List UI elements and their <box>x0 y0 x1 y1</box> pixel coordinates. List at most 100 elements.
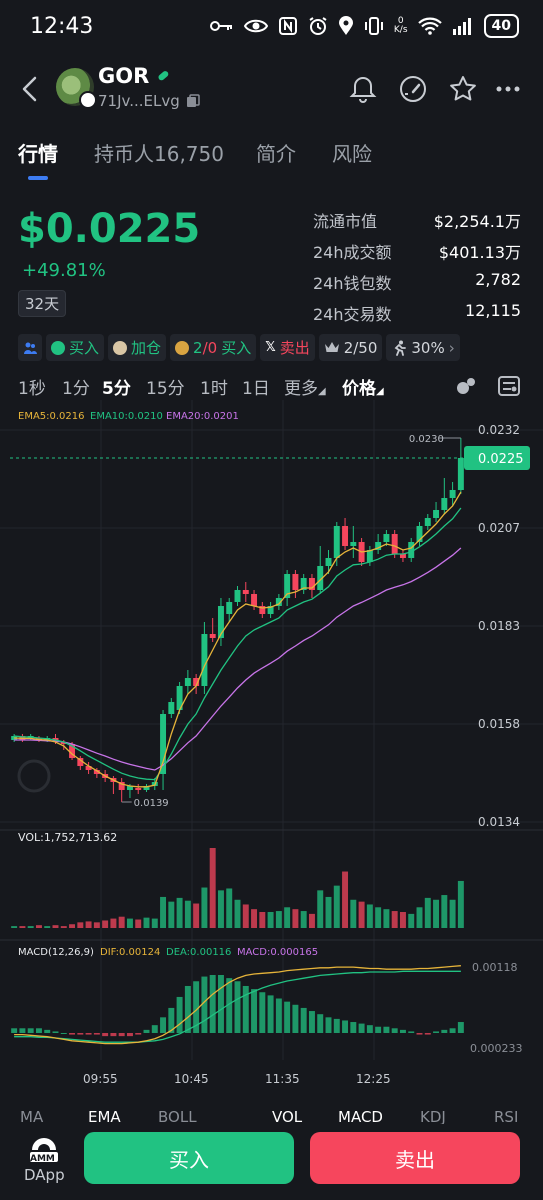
dropdown-caret-icon: ◢ <box>318 386 326 397</box>
candlestick-chart[interactable]: EMA5:0.0216 EMA10:0.0210 EMA20:0.0201 0.023… <box>0 400 543 1104</box>
indicator-tab-boll[interactable]: BOLL <box>158 1108 197 1124</box>
indicator-tab-kdj[interactable]: KDJ <box>420 1108 446 1124</box>
tag-sell-label: 卖出 <box>279 339 310 357</box>
volume-bar <box>242 904 249 928</box>
price-axis-label: 0.0134 <box>478 815 520 829</box>
volume-bar <box>176 897 183 928</box>
tag-add-label: 加仓 <box>131 339 162 357</box>
candle-body <box>242 590 249 594</box>
bell-icon[interactable] <box>348 74 378 104</box>
indicator-tab-vol[interactable]: VOL <box>272 1108 302 1124</box>
interval-15m[interactable]: 15分 <box>146 374 185 399</box>
verified-pill-icon <box>158 71 169 81</box>
indicator-tab-ema[interactable]: EMA <box>88 1108 121 1124</box>
macd-histogram-bar <box>60 1033 67 1034</box>
interval-5m[interactable]: 5分 <box>102 374 131 399</box>
volume-bar <box>449 899 456 928</box>
macd-histogram-bar <box>366 1025 373 1033</box>
indicator-tab-rsi[interactable]: RSI <box>494 1108 518 1124</box>
tab-intro[interactable]: 简介 <box>256 138 296 167</box>
tag-smart-money[interactable] <box>18 334 42 361</box>
macd-histogram-bar <box>375 1026 382 1033</box>
tag-buy[interactable]: 买入 <box>46 334 105 361</box>
stat-value: $401.13万 <box>438 243 521 262</box>
macd-histogram-bar <box>333 1018 340 1033</box>
macd-histogram-bar <box>358 1023 365 1033</box>
indicator-tab-macd[interactable]: MACD <box>338 1108 383 1124</box>
volume-bar <box>118 916 125 928</box>
tag-runner[interactable]: 30% › <box>386 334 460 361</box>
volume-bar <box>408 913 415 928</box>
volume-bar <box>424 897 431 928</box>
price-mode-label: 价格 <box>342 379 376 399</box>
crown-icon <box>324 342 339 352</box>
tab-risk[interactable]: 风险 <box>332 138 372 167</box>
interval-1m[interactable]: 1分 <box>62 374 90 399</box>
chart-settings-icon[interactable] <box>496 374 522 398</box>
interval-1s[interactable]: 1秒 <box>18 374 46 399</box>
buy-button[interactable]: 买入 <box>84 1132 294 1184</box>
tab-market[interactable]: 行情 <box>18 138 58 167</box>
indicator-toggle-icon[interactable] <box>454 374 480 398</box>
amm-text: AMM <box>30 1154 55 1164</box>
interval-more[interactable]: 更多◢ <box>284 374 326 399</box>
volume-bar <box>457 880 464 928</box>
interval-bar: 1秒 1分 5分 15分 1时 1日 更多◢ 价格◢ <box>18 374 528 400</box>
speed-gauge-icon[interactable] <box>398 74 428 104</box>
low-price-label: 0.0139 <box>134 798 169 809</box>
volume-bar <box>209 848 216 928</box>
price-mode-dropdown[interactable]: 价格◢ <box>342 374 384 399</box>
tag-buy-label: 买入 <box>69 339 100 357</box>
macd-histogram-bar <box>292 1004 299 1033</box>
candle-body <box>333 526 340 558</box>
token-address[interactable]: 71Jv...ELvg <box>98 92 180 110</box>
volume-bar <box>416 907 423 928</box>
star-icon[interactable] <box>448 74 478 104</box>
candle-body <box>325 558 332 566</box>
volume-bar <box>308 913 315 928</box>
battery-indicator: 40 <box>483 14 519 38</box>
macd-histogram-bar <box>102 1033 109 1037</box>
whale-icon <box>51 340 65 355</box>
wifi-icon <box>417 17 442 35</box>
candle-body <box>424 518 431 526</box>
period-badge: 32天 <box>18 290 67 317</box>
x-logo-icon: 𝕏 <box>265 340 276 355</box>
dapp-button[interactable]: AMM <box>24 1136 64 1170</box>
tag-ratio-a: 2 <box>193 338 203 357</box>
back-button[interactable] <box>18 74 44 104</box>
token-price: $0.0225 <box>18 206 201 252</box>
volume-bar <box>342 871 349 928</box>
macd-histogram-bar <box>110 1033 117 1037</box>
indicator-tabs: MA EMA BOLL VOL MACD KDJ RSI <box>0 1104 543 1124</box>
candle-body <box>441 498 448 510</box>
interval-1d[interactable]: 1日 <box>242 374 270 399</box>
tag-ratio-b: /0 <box>202 338 218 357</box>
price-axis-label: 0.0207 <box>478 521 520 535</box>
more-icon[interactable] <box>494 74 524 104</box>
candle-body <box>168 702 175 714</box>
volume-bar <box>433 899 440 928</box>
tag-add[interactable]: 加仓 <box>108 334 167 361</box>
macd-histogram-bar <box>308 1011 315 1033</box>
macd-histogram-bar <box>93 1033 100 1035</box>
indicator-tab-ma[interactable]: MA <box>20 1108 43 1124</box>
tag-crown-count[interactable]: 2/50 <box>318 334 383 361</box>
candle-body <box>201 634 208 686</box>
candle-body <box>449 490 456 498</box>
volume-bar <box>358 901 365 928</box>
time-axis-label: 12:25 <box>356 1072 391 1086</box>
stat-value: $2,254.1万 <box>433 212 521 231</box>
tab-holders[interactable]: 持币人16,750 <box>94 138 224 167</box>
tag-sell[interactable]: 𝕏 卖出 <box>260 334 315 361</box>
interval-more-label: 更多 <box>284 379 318 399</box>
tag-ratio-buy[interactable]: 2/0 买入 <box>170 334 257 361</box>
interval-1h[interactable]: 1时 <box>200 374 228 399</box>
high-price-label: 0.0230 <box>409 434 444 445</box>
candle-body <box>350 542 357 546</box>
copy-icon[interactable] <box>186 94 200 108</box>
token-avatar <box>56 68 97 109</box>
sell-button[interactable]: 卖出 <box>310 1132 520 1184</box>
ema20-line <box>14 547 462 771</box>
dropdown-caret-icon: ◢ <box>376 386 384 397</box>
